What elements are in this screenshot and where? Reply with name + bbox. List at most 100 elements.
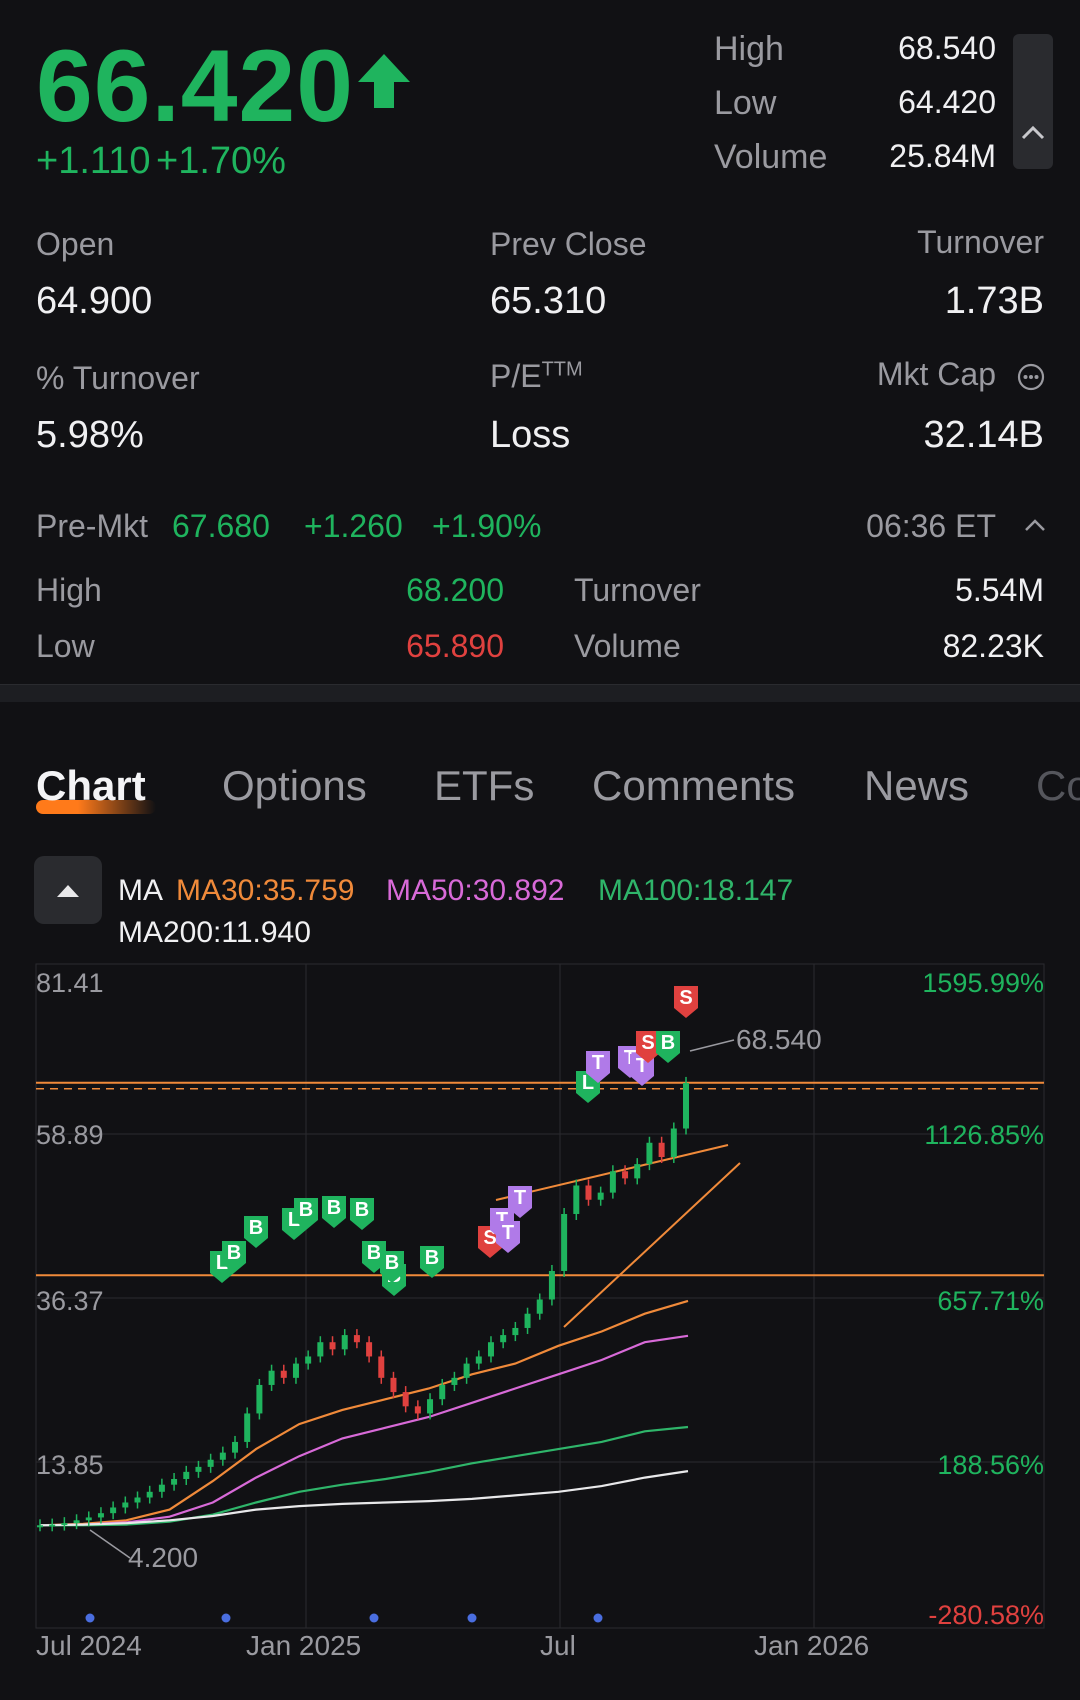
candle-body [97,1513,104,1518]
tab-options[interactable]: Options [222,762,367,810]
signal-marker-label: B [661,1032,675,1054]
candle-body [378,1356,385,1378]
more-info-icon[interactable] [1016,362,1046,392]
candle-body [634,1164,641,1179]
candle-body [536,1299,543,1314]
event-dot [85,1613,95,1623]
candle-body [341,1335,348,1350]
candle-body [195,1466,202,1472]
candle-body [219,1452,226,1460]
chevron-up-icon[interactable] [1022,512,1048,538]
ma30-value: MA30:35.759 [176,874,355,907]
y-axis-pct-label: 188.56% [937,1450,1044,1480]
volume-value: 25.84M [889,138,996,174]
candle-body [305,1356,312,1364]
ma50-value: MA50:30.892 [386,874,565,907]
premarket-turnover-label: Turnover [574,572,701,608]
day-low-label: Low [714,84,777,122]
premarket-time: 06:36 ET [866,508,996,544]
mkt-cap-label: Mkt Cap [876,356,996,392]
section-divider [0,684,1080,702]
y-axis-pct-label: 657.71% [937,1286,1044,1316]
premarket-change: +1.260 [304,508,403,544]
candle-body [280,1370,287,1378]
candle-body [646,1142,653,1165]
candle-body [573,1185,580,1214]
candle-body [402,1392,409,1407]
y-axis-label: 81.41 [36,968,104,998]
candle-body [110,1507,117,1514]
up-arrow-icon [358,54,410,108]
y-axis-pct-label: 1595.99% [922,968,1044,998]
candle-body [487,1342,494,1357]
chevron-up-icon [1021,125,1045,140]
premarket-high-label: High [36,572,102,608]
premarket-low-label: Low [36,628,95,664]
collapse-quote-button[interactable] [1013,34,1053,169]
candle-body [317,1342,324,1357]
prev-close-value: 65.310 [490,280,607,322]
candle-body [451,1377,458,1385]
low-pointer-line [89,1529,131,1559]
premarket-change-pct: +1.90% [432,508,542,544]
signal-marker-label: B [327,1197,341,1219]
candle-body [512,1327,519,1336]
candle-body [366,1342,373,1357]
event-dot [467,1613,477,1623]
candle-body [670,1128,677,1158]
premarket-price: 67.680 [172,508,270,544]
candle-body [134,1497,141,1503]
tab-chart[interactable]: Chart [36,762,146,810]
candle-body [414,1406,421,1414]
price-change-pct: +1.70% [156,140,286,182]
last-price: 66.420 [36,29,354,143]
candle-body [475,1356,482,1364]
event-dot [221,1613,231,1623]
candle-body [524,1313,531,1328]
premarket-turnover-value: 5.54M [955,572,1044,608]
candle-body [329,1342,336,1350]
candle-body [37,1525,43,1528]
open-label: Open [36,226,115,262]
triangle-up-icon [57,885,79,897]
signal-marker-label: B [355,1199,369,1221]
tab-comments[interactable]: Comments [592,762,795,810]
candle-body [122,1502,129,1508]
pe-label-text: P/E [490,358,542,394]
candle-body [439,1384,446,1400]
pe-label: P/ETTM [490,358,583,395]
tab-news[interactable]: News [864,762,969,810]
x-axis-label: Jul [540,1630,576,1661]
candle-body [146,1491,153,1498]
signal-marker-label: T [502,1222,514,1244]
day-high-label: High [714,30,784,68]
day-high-value: 68.540 [898,30,996,66]
pe-label-sup: TTM [541,358,583,381]
candle-body [463,1363,470,1378]
tab-more[interactable]: Co [1036,762,1080,810]
signal-marker-label: T [592,1052,604,1074]
premarket-label: Pre-Mkt [36,508,148,544]
candle-body [256,1384,263,1414]
candle-body [500,1335,507,1343]
toggle-indicators-button[interactable] [34,856,102,924]
high-annotation: 68.540 [736,1024,822,1055]
pe-value: Loss [490,414,571,456]
prev-close-label: Prev Close [490,226,647,262]
y-axis-pct-label: -280.58% [928,1600,1044,1630]
ma-line-ma100 [40,1425,689,1527]
open-value: 64.900 [36,280,153,322]
y-axis-label: 13.85 [36,1450,104,1480]
candle-body [61,1523,68,1526]
signal-marker-label: S [641,1032,654,1054]
tab-etfs[interactable]: ETFs [434,762,534,810]
candle-body [207,1459,214,1467]
pct-turnover-label: % Turnover [36,360,200,396]
volume-label: Volume [714,138,828,176]
candle-body [683,1082,689,1129]
candle-body [171,1478,178,1485]
y-axis-label: 36.37 [36,1286,104,1316]
candle-body [268,1370,275,1385]
ma200-value: MA200:11.940 [118,916,311,949]
high-pointer-line [689,1039,735,1052]
